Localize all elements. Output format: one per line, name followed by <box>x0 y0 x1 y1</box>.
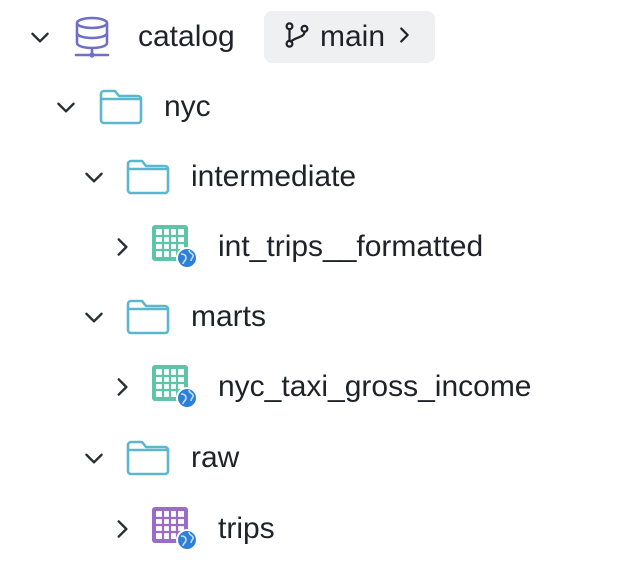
chevron-right-icon[interactable] <box>108 515 136 543</box>
chevron-right-icon[interactable] <box>108 373 136 401</box>
table-icon <box>150 505 200 553</box>
tree-label-intermediate: intermediate <box>191 160 357 193</box>
chevron-down-icon[interactable] <box>52 93 80 121</box>
tree-row-intermediate[interactable]: intermediate <box>0 142 640 212</box>
chevron-down-icon[interactable] <box>80 444 108 472</box>
chevron-down-icon[interactable] <box>80 303 108 331</box>
tree-label-int-trips-formatted: int_trips__formatted <box>218 230 484 263</box>
folder-icon <box>125 158 171 196</box>
folder-icon <box>125 439 171 477</box>
chevron-down-icon[interactable] <box>80 163 108 191</box>
tree-label-nyc-taxi-gross-income: nyc_taxi_gross_income <box>218 370 532 403</box>
tree-label-trips: trips <box>218 512 275 545</box>
tree-row-nyc-taxi-gross-income[interactable]: nyc_taxi_gross_income <box>0 352 640 422</box>
tree-row-raw[interactable]: raw <box>0 423 640 493</box>
tree-label-raw: raw <box>191 441 240 474</box>
chevron-right-icon[interactable] <box>108 233 136 261</box>
table-icon <box>150 223 200 271</box>
catalog-label: catalog <box>138 20 235 53</box>
tree-row-nyc[interactable]: nyc <box>0 72 640 142</box>
branch-selector-button[interactable]: main <box>264 11 436 63</box>
tree-row-trips[interactable]: trips <box>0 494 640 564</box>
folder-icon <box>125 298 171 336</box>
table-icon <box>150 363 200 411</box>
tree-label-nyc: nyc <box>164 90 211 123</box>
git-branch-icon <box>282 20 312 55</box>
tree-row-int-trips-formatted[interactable]: int_trips__formatted <box>0 212 640 282</box>
chevron-right-icon <box>393 24 415 51</box>
tree-row-catalog[interactable]: catalog main <box>0 2 640 72</box>
chevron-down-icon[interactable] <box>26 23 54 51</box>
folder-icon <box>98 88 144 126</box>
branch-name: main <box>320 20 386 53</box>
tree-row-marts[interactable]: marts <box>0 282 640 352</box>
catalog-tree: catalog main nyc intermediate int_trips_… <box>0 0 640 570</box>
database-icon <box>72 16 112 58</box>
tree-label-marts: marts <box>191 300 266 333</box>
